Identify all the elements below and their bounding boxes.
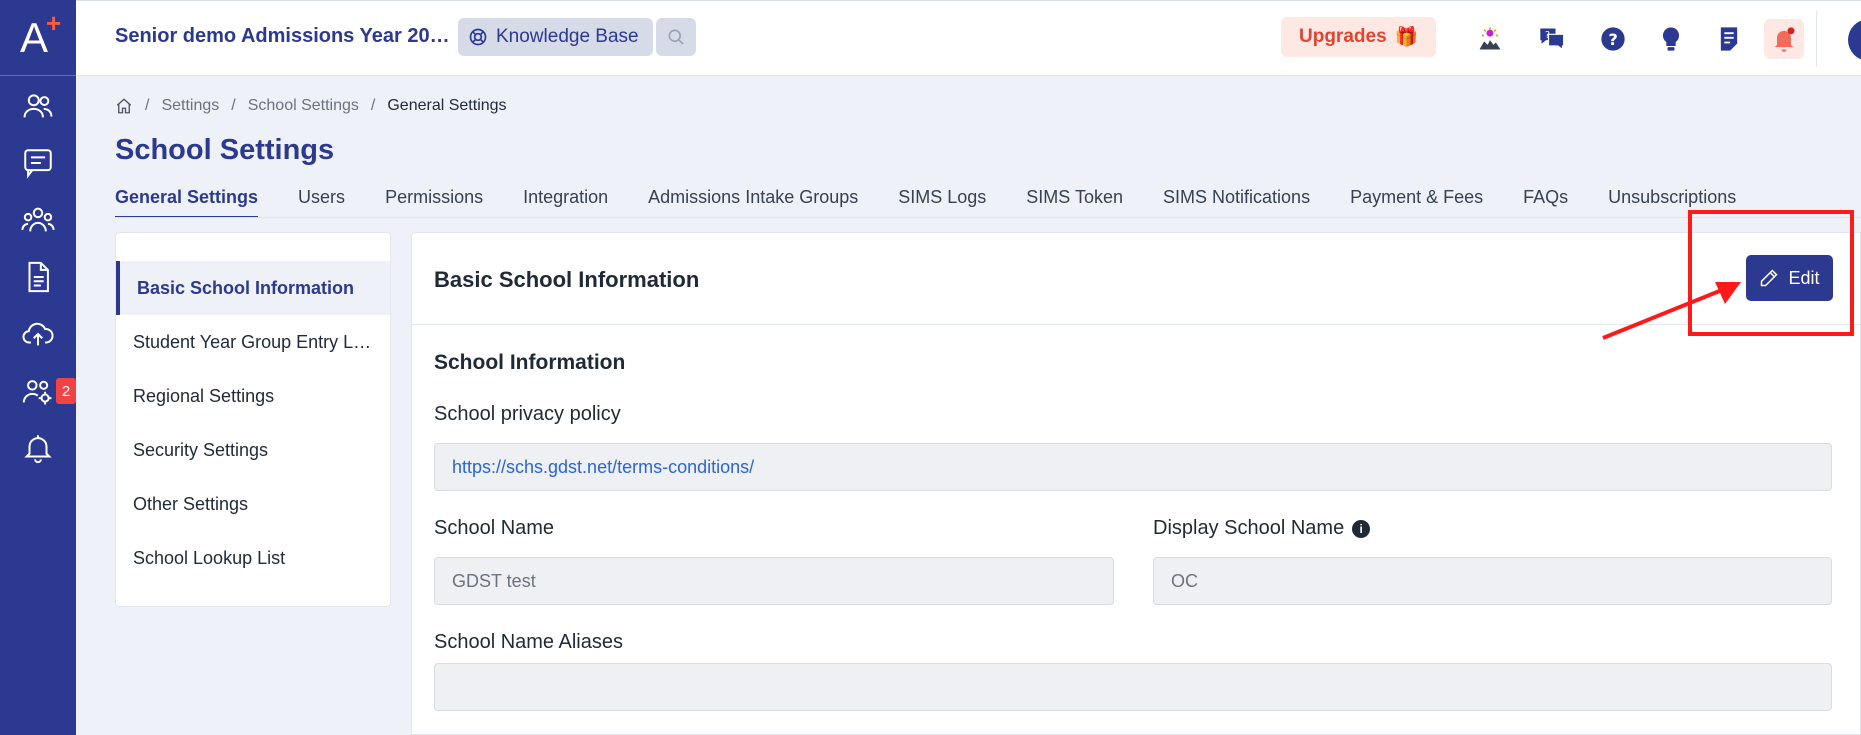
tab-faqs[interactable]: FAQs [1523,187,1568,218]
breadcrumb-separator: / [370,97,376,114]
home-icon[interactable] [115,97,133,115]
tab-sims-notifications[interactable]: SIMS Notifications [1163,187,1310,218]
svg-text:?: ? [1608,30,1617,49]
tabs-divider [115,217,1861,218]
tab-users[interactable]: Users [298,187,345,218]
top-bar: Senior demo Admissions Year 20… Knowledg… [76,0,1861,76]
breadcrumb-separator: / [145,97,150,114]
display-school-name-field[interactable]: OC [1153,557,1832,605]
admissions-year-select[interactable]: Senior demo Admissions Year 20… [115,25,472,48]
rail-notifications[interactable] [0,424,76,472]
info-icon[interactable]: i [1352,519,1371,538]
svg-text:?: ? [1545,30,1550,41]
notes-icon [1720,27,1738,51]
lightbulb-icon [1662,27,1680,51]
page-title: School Settings [115,134,335,166]
display-school-name-label-group: Display School Name i [1153,517,1371,540]
tab-admissions-intake-groups[interactable]: Admissions Intake Groups [648,187,858,218]
rail-contacts[interactable] [0,82,76,130]
gift-icon: 🎁 [1394,27,1419,48]
user-avatar[interactable] [1848,19,1861,61]
celebration-icon [1479,27,1501,50]
breadcrumb-separator: / [231,97,236,114]
privacy-policy-field[interactable]: https://schs.gdst.net/terms-conditions/ [434,443,1832,491]
breadcrumb: / Settings / School Settings / General S… [115,97,507,115]
ideas-button[interactable] [1651,19,1691,59]
submenu-label: Student Year Group Entry L… [133,331,372,352]
tab-payment-fees[interactable]: Payment & Fees [1350,187,1483,218]
help-button[interactable]: ? [1593,19,1633,59]
annotation-arrow-icon [1602,282,1741,340]
submenu-label: Other Settings [133,493,249,514]
question-circle-icon: ? [1601,27,1625,51]
users-gear-icon [22,380,52,405]
upgrades-button[interactable]: Upgrades 🎁 [1281,17,1437,57]
section-title: School Information [434,351,626,374]
submenu-label: Regional Settings [133,385,275,406]
rail-documents[interactable] [0,253,76,301]
search-icon [668,29,684,45]
rail-groups[interactable] [0,196,76,244]
tab-sims-logs[interactable]: SIMS Logs [898,187,986,218]
app-logo[interactable]: A + [0,0,76,76]
card-title: Basic School Information [434,267,700,292]
users-icon [23,94,53,118]
bell-icon [24,435,52,464]
display-school-name-label: Display School Name [1153,517,1345,539]
submenu-label: Security Settings [133,439,269,460]
rail-messages[interactable] [0,139,76,187]
submenu-label: Basic School Information [137,277,355,298]
tab-general-settings[interactable]: General Settings [115,187,259,218]
settings-tabs: General Settings Users Permissions Integ… [115,187,1736,218]
tab-sims-token[interactable]: SIMS Token [1026,187,1123,218]
celebration-button[interactable] [1470,19,1510,59]
cloud-upload-icon [22,322,54,346]
group-icon [21,207,55,232]
school-name-aliases-field[interactable] [434,663,1832,711]
upgrades-label: Upgrades [1299,26,1387,47]
submenu-basic-school-information[interactable]: Basic School Information [116,261,390,315]
tab-permissions[interactable]: Permissions [385,187,483,218]
knowledge-base-label: Knowledge Base [496,26,639,47]
bell-alert-icon [1774,27,1795,52]
notification-badge: 2 [56,378,76,404]
rail-upload[interactable] [0,310,76,358]
chat-icon [24,149,52,179]
submenu-security-settings[interactable]: Security Settings [116,423,390,477]
document-icon [28,261,49,293]
school-name-aliases-label: School Name Aliases [434,631,623,653]
submenu-other-settings[interactable]: Other Settings [116,477,390,531]
privacy-policy-label: School privacy policy [434,403,621,425]
breadcrumb-current: General Settings [387,97,507,114]
knowledge-base-button[interactable]: Knowledge Base [458,18,653,56]
school-name-field[interactable]: GDST test [434,557,1114,605]
school-name-label: School Name [434,517,555,539]
submenu-regional-settings[interactable]: Regional Settings [116,369,390,423]
notes-button[interactable] [1709,19,1749,59]
breadcrumb-school-settings[interactable]: School Settings [248,97,359,115]
left-nav-rail: A + 2 [0,0,76,735]
search-button[interactable] [656,18,696,56]
chat-support-button[interactable]: ? [1532,19,1572,59]
submenu-label: School Lookup List [133,547,286,568]
alerts-button[interactable] [1764,19,1804,59]
topbar-divider [1816,11,1817,67]
breadcrumb-settings[interactable]: Settings [161,97,219,115]
settings-submenu: Basic School Information Student Year Gr… [115,232,391,607]
tab-integration[interactable]: Integration [523,187,608,218]
chat-question-icon: ? [1540,28,1565,51]
year-select-label: Senior demo Admissions Year 20… [115,25,450,47]
submenu-school-lookup-list[interactable]: School Lookup List [116,531,390,585]
submenu-student-year-group[interactable]: Student Year Group Entry L… [116,315,390,369]
lifebuoy-icon [469,28,487,46]
